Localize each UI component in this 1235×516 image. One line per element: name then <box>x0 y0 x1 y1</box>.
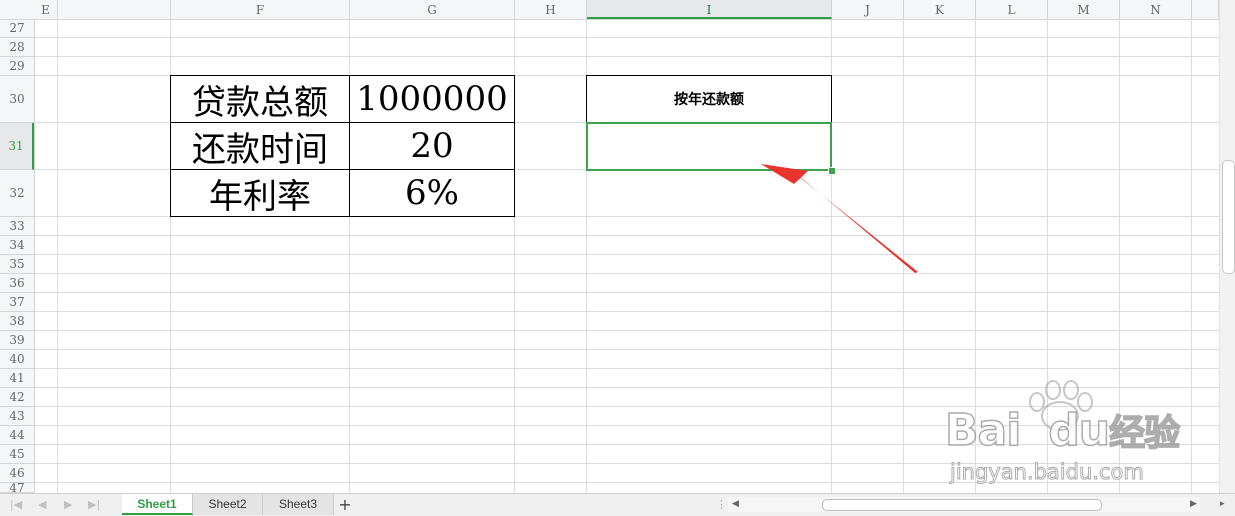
column-header-g[interactable]: G <box>350 0 515 19</box>
cell-f30-loan-total-label[interactable]: 贷款总额 <box>171 76 349 123</box>
column-header-m[interactable]: M <box>1048 0 1120 19</box>
scroll-left-icon[interactable]: ◀ <box>732 499 739 509</box>
watermark-brand-du: du <box>1048 404 1111 457</box>
row-header-47[interactable]: 47 <box>0 483 34 493</box>
gridline-h <box>34 349 1219 350</box>
tab-sheet1[interactable]: Sheet1 <box>122 494 193 515</box>
cell-g32-rate-value[interactable]: 6% <box>350 170 514 216</box>
row-header-44[interactable]: 44 <box>0 426 34 445</box>
row-header-32[interactable]: 32 <box>0 170 34 217</box>
first-sheet-icon[interactable]: |◀ <box>10 498 22 511</box>
column-header-e2[interactable] <box>58 0 171 19</box>
scroll-end-icon[interactable]: ▸ <box>1220 499 1225 509</box>
row-header-30[interactable]: 30 <box>0 76 34 123</box>
gridline-h <box>34 254 1219 255</box>
row-header-42[interactable]: 42 <box>0 388 34 407</box>
row-header-27[interactable]: 27 <box>0 19 34 38</box>
row-header-36[interactable]: 36 <box>0 274 34 293</box>
row-header-46[interactable]: 46 <box>0 464 34 483</box>
column-header-l[interactable]: L <box>976 0 1048 19</box>
row-header-43[interactable]: 43 <box>0 407 34 426</box>
watermark-brand: Bai du经验 <box>944 404 1181 457</box>
row-header-35[interactable]: 35 <box>0 255 34 274</box>
paw-toe <box>1045 380 1061 400</box>
row-header-38[interactable]: 38 <box>0 312 34 331</box>
gridline-h <box>34 273 1219 274</box>
horizontal-scrollbar[interactable]: ◀ ▶ <box>728 497 1200 512</box>
row-header-40[interactable]: 40 <box>0 350 34 369</box>
watermark-suffix: 经验 <box>1108 412 1181 455</box>
scroll-right-icon[interactable]: ▶ <box>1190 499 1197 509</box>
prev-sheet-icon[interactable]: ◀ <box>38 498 46 511</box>
gridline-h <box>34 235 1219 236</box>
watermark-url: jingyan.baidu.com <box>950 460 1145 485</box>
gridline-h <box>34 37 1219 38</box>
arrow-head <box>761 164 808 184</box>
row-header-34[interactable]: 34 <box>0 236 34 255</box>
row-header-37[interactable]: 37 <box>0 293 34 312</box>
paw-toe <box>1063 380 1079 400</box>
column-header-f[interactable]: F <box>171 0 350 19</box>
last-sheet-icon[interactable]: ▶| <box>88 498 100 511</box>
row-header-45[interactable]: 45 <box>0 445 34 464</box>
vertical-scrollbar[interactable] <box>1219 0 1235 493</box>
cell-i30-annual-payment-header[interactable]: 按年还款额 <box>587 76 831 122</box>
row-header-29[interactable]: 29 <box>0 57 34 76</box>
column-header-h[interactable]: H <box>515 0 587 19</box>
tab-sheet2[interactable]: Sheet2 <box>193 494 263 515</box>
red-arrow-annotation <box>761 164 918 273</box>
arrow-shaft <box>798 175 918 273</box>
column-header-o[interactable] <box>1192 0 1219 19</box>
horizontal-scrollbar-thumb[interactable] <box>822 499 1102 511</box>
cell-f31-term-label[interactable]: 还款时间 <box>171 123 349 170</box>
row-header-39[interactable]: 39 <box>0 331 34 350</box>
gridline-v <box>57 19 58 493</box>
cell-g31-term-value[interactable]: 20 <box>350 123 514 169</box>
table-border <box>514 75 515 217</box>
add-sheet-button[interactable]: + <box>336 494 354 515</box>
vertical-scrollbar-thumb[interactable] <box>1222 160 1235 274</box>
gridline-h <box>34 311 1219 312</box>
row-header-41[interactable]: 41 <box>0 369 34 388</box>
column-header-e[interactable]: E <box>34 0 58 19</box>
spreadsheet-grid[interactable]: E F G H I J K L M N 27 28 29 30 31 32 33… <box>0 0 1219 493</box>
watermark-brand-bai: Bai <box>944 404 1022 457</box>
column-header-j[interactable]: J <box>832 0 904 19</box>
row-header-31[interactable]: 31 <box>0 123 34 170</box>
column-header-k[interactable]: K <box>904 0 976 19</box>
row-header-28[interactable]: 28 <box>0 38 34 57</box>
tab-split-handle-icon[interactable]: ⋮ <box>716 498 727 511</box>
cell-g30-loan-total-value[interactable]: 1000000 <box>350 76 514 122</box>
column-header-n[interactable]: N <box>1120 0 1192 19</box>
sheet-tab-bar: |◀ ◀ ▶ ▶| Sheet1 Sheet2 Sheet3 + ⋮ ◀ ▶ ▸ <box>0 493 1235 516</box>
gridline-h <box>34 330 1219 331</box>
gridline-h <box>34 56 1219 57</box>
row-header-33[interactable]: 33 <box>0 217 34 236</box>
gridline-h <box>34 292 1219 293</box>
next-sheet-icon[interactable]: ▶ <box>64 498 72 511</box>
tab-sheet3[interactable]: Sheet3 <box>263 494 334 515</box>
cell-f32-rate-label[interactable]: 年利率 <box>171 170 349 217</box>
gridline-h <box>34 368 1219 369</box>
column-header-i[interactable]: I <box>587 0 832 19</box>
gridline-v <box>1191 19 1192 493</box>
